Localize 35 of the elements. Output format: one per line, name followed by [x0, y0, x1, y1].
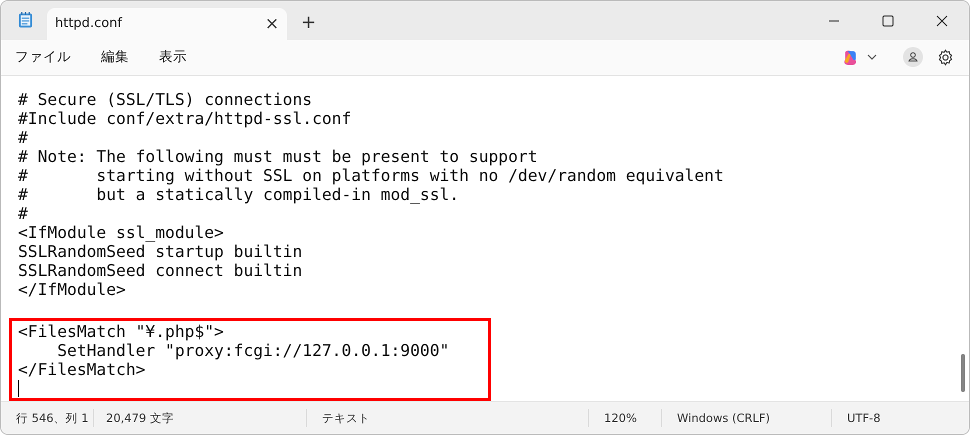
account-icon[interactable]	[903, 47, 923, 68]
status-item: 行 546、列 1	[15, 410, 90, 427]
tab-title: httpd.conf	[55, 16, 124, 32]
code-line: # starting without SSL on platforms with no /dev/random equivalent	[18, 166, 724, 185]
code-line: #	[18, 128, 28, 147]
code-line: #	[18, 204, 28, 223]
settings-icon[interactable]	[937, 48, 954, 66]
code-line: </FilesMatch>	[18, 360, 146, 379]
scrollbar-thumb[interactable]	[961, 354, 965, 392]
code-line: # but a statically compiled-in mod_ssl.	[18, 184, 460, 204]
code-line: <IfModule ssl_module>	[18, 222, 224, 242]
status-item: Windows (CRLF)	[661, 408, 831, 427]
code-line: </IfModule>	[18, 280, 126, 299]
document-tab[interactable]: httpd.conf ×	[47, 8, 287, 40]
menu-item[interactable]: 表示	[159, 48, 187, 66]
chevron-down-icon[interactable]	[867, 54, 877, 60]
code-line: # Secure (SSL/TLS) connections	[18, 90, 312, 109]
code-line: #Include conf/extra/httpd-ssl.conf	[18, 108, 352, 128]
menu-item[interactable]: 編集	[101, 48, 129, 66]
status-item: テキスト	[306, 408, 588, 427]
code-line: # Note: The following must must be present to support	[18, 146, 538, 166]
close-tab-button[interactable]: ×	[257, 14, 287, 34]
status-item: 20,479 文字	[93, 408, 306, 427]
status-item: UTF-8	[831, 408, 881, 427]
notepad-icon	[18, 10, 33, 29]
copilot-icon[interactable]	[842, 48, 859, 66]
maximize-icon[interactable]	[882, 14, 894, 27]
menu-item[interactable]: ファイル	[15, 48, 71, 66]
code-line: SSLRandomSeed startup builtin	[18, 242, 302, 261]
new-tab-button[interactable]: +	[301, 12, 316, 33]
status-item: 120%	[588, 408, 661, 427]
close-icon[interactable]	[936, 14, 948, 27]
code-line: SetHandler "proxy:fcgi://127.0.0.1:9000"	[56, 340, 450, 360]
code-line: SSLRandomSeed connect builtin	[18, 260, 302, 280]
code-line: <FilesMatch "¥.php$">	[18, 322, 224, 341]
